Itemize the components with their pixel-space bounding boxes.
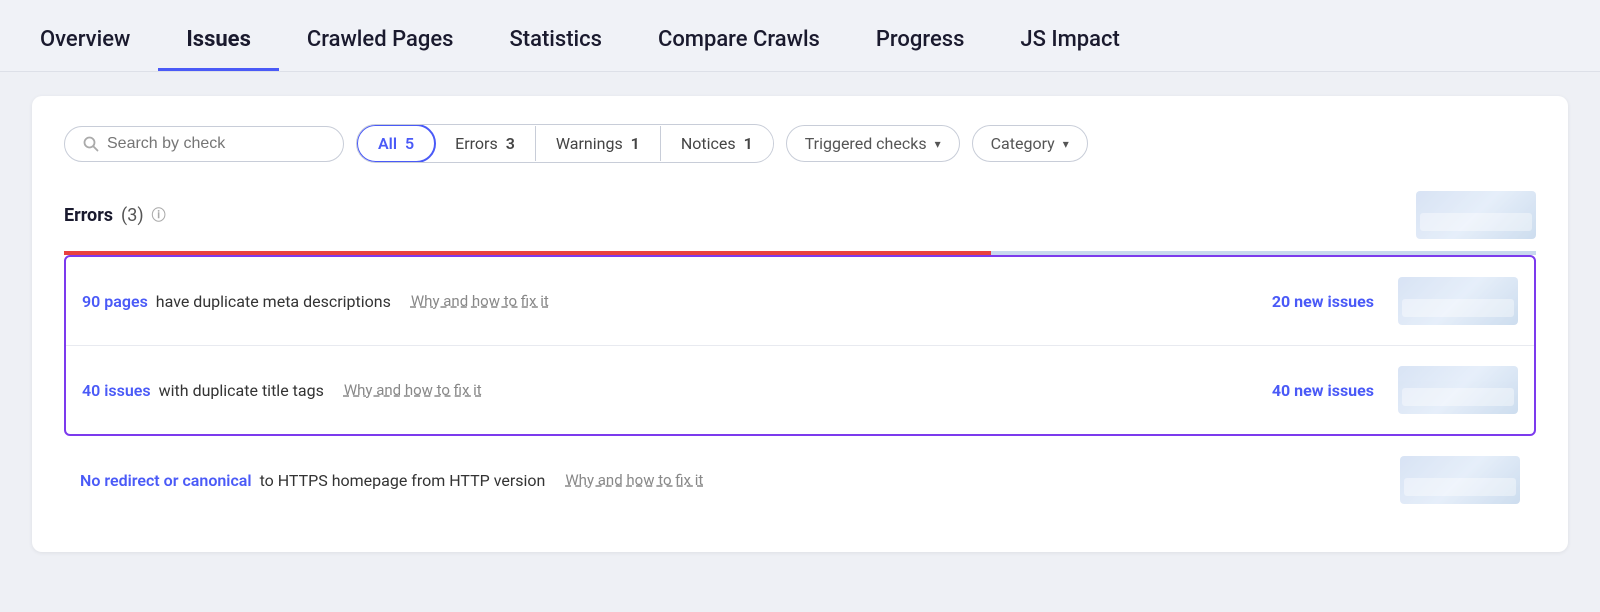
- table-row[interactable]: No redirect or canonical to HTTPS homepa…: [64, 436, 1536, 524]
- chevron-down-icon: ▾: [1063, 137, 1069, 151]
- nav-item-issues[interactable]: Issues: [158, 27, 279, 71]
- why-fix-link-2[interactable]: Why and how to fix it: [344, 381, 482, 399]
- selected-issues-group: 90 pages have duplicate meta description…: [64, 255, 1536, 436]
- search-icon: [83, 136, 99, 152]
- issue-text-3: No redirect or canonical to HTTPS homepa…: [80, 471, 1400, 490]
- sparkline-row-1: [1398, 277, 1518, 325]
- issue-text-1: 90 pages have duplicate meta description…: [82, 292, 1224, 311]
- filter-bar: All 5 Errors 3 Warnings 1 Notices 1 Trig…: [64, 124, 1536, 163]
- search-input[interactable]: [107, 135, 325, 153]
- nav-item-crawled-pages[interactable]: Crawled Pages: [279, 27, 482, 71]
- issue-link-2[interactable]: 40 issues: [82, 381, 151, 400]
- nav-item-statistics[interactable]: Statistics: [481, 27, 630, 71]
- category-dropdown[interactable]: Category ▾: [972, 125, 1088, 162]
- filter-pill-warnings[interactable]: Warnings 1: [536, 126, 661, 161]
- issue-link-1[interactable]: 90 pages: [82, 292, 148, 311]
- top-navigation: Overview Issues Crawled Pages Statistics…: [0, 0, 1600, 72]
- issue-description-2: with duplicate title tags: [159, 381, 324, 400]
- issue-description-3: to HTTPS homepage from HTTP version: [260, 471, 546, 490]
- filter-pills: All 5 Errors 3 Warnings 1 Notices 1: [356, 124, 774, 163]
- issue-description-1: have duplicate meta descriptions: [156, 292, 391, 311]
- new-issues-count-2: 40 new issues: [1224, 381, 1374, 400]
- section-title: Errors (3) ⓘ: [64, 205, 166, 226]
- why-fix-link-3[interactable]: Why and how to fix it: [565, 471, 703, 489]
- info-icon[interactable]: ⓘ: [152, 205, 166, 225]
- filter-pill-notices[interactable]: Notices 1: [661, 126, 773, 161]
- filter-pill-errors[interactable]: Errors 3: [435, 126, 536, 161]
- issue-text-2: 40 issues with duplicate title tags Why …: [82, 381, 1224, 400]
- sparkline-row-3: [1400, 456, 1520, 504]
- issues-section: 90 pages have duplicate meta description…: [64, 251, 1536, 524]
- chevron-down-icon: ▾: [935, 137, 941, 151]
- sparkline-header: [1416, 191, 1536, 239]
- triggered-checks-dropdown[interactable]: Triggered checks ▾: [786, 125, 960, 162]
- issue-link-3[interactable]: No redirect or canonical: [80, 471, 252, 490]
- filter-pill-all[interactable]: All 5: [356, 124, 436, 163]
- nav-item-js-impact[interactable]: JS Impact: [992, 27, 1147, 71]
- table-row[interactable]: 90 pages have duplicate meta description…: [66, 257, 1534, 346]
- why-fix-link-1[interactable]: Why and how to fix it: [411, 292, 549, 310]
- nav-item-progress[interactable]: Progress: [848, 27, 993, 71]
- sparkline-row-2: [1398, 366, 1518, 414]
- errors-section-header: Errors (3) ⓘ: [64, 191, 1536, 239]
- table-row[interactable]: 40 issues with duplicate title tags Why …: [66, 346, 1534, 434]
- search-box[interactable]: [64, 126, 344, 162]
- main-content: All 5 Errors 3 Warnings 1 Notices 1 Trig…: [32, 96, 1568, 552]
- nav-item-overview[interactable]: Overview: [40, 27, 158, 71]
- nav-item-compare-crawls[interactable]: Compare Crawls: [630, 27, 848, 71]
- new-issues-count-1: 20 new issues: [1224, 292, 1374, 311]
